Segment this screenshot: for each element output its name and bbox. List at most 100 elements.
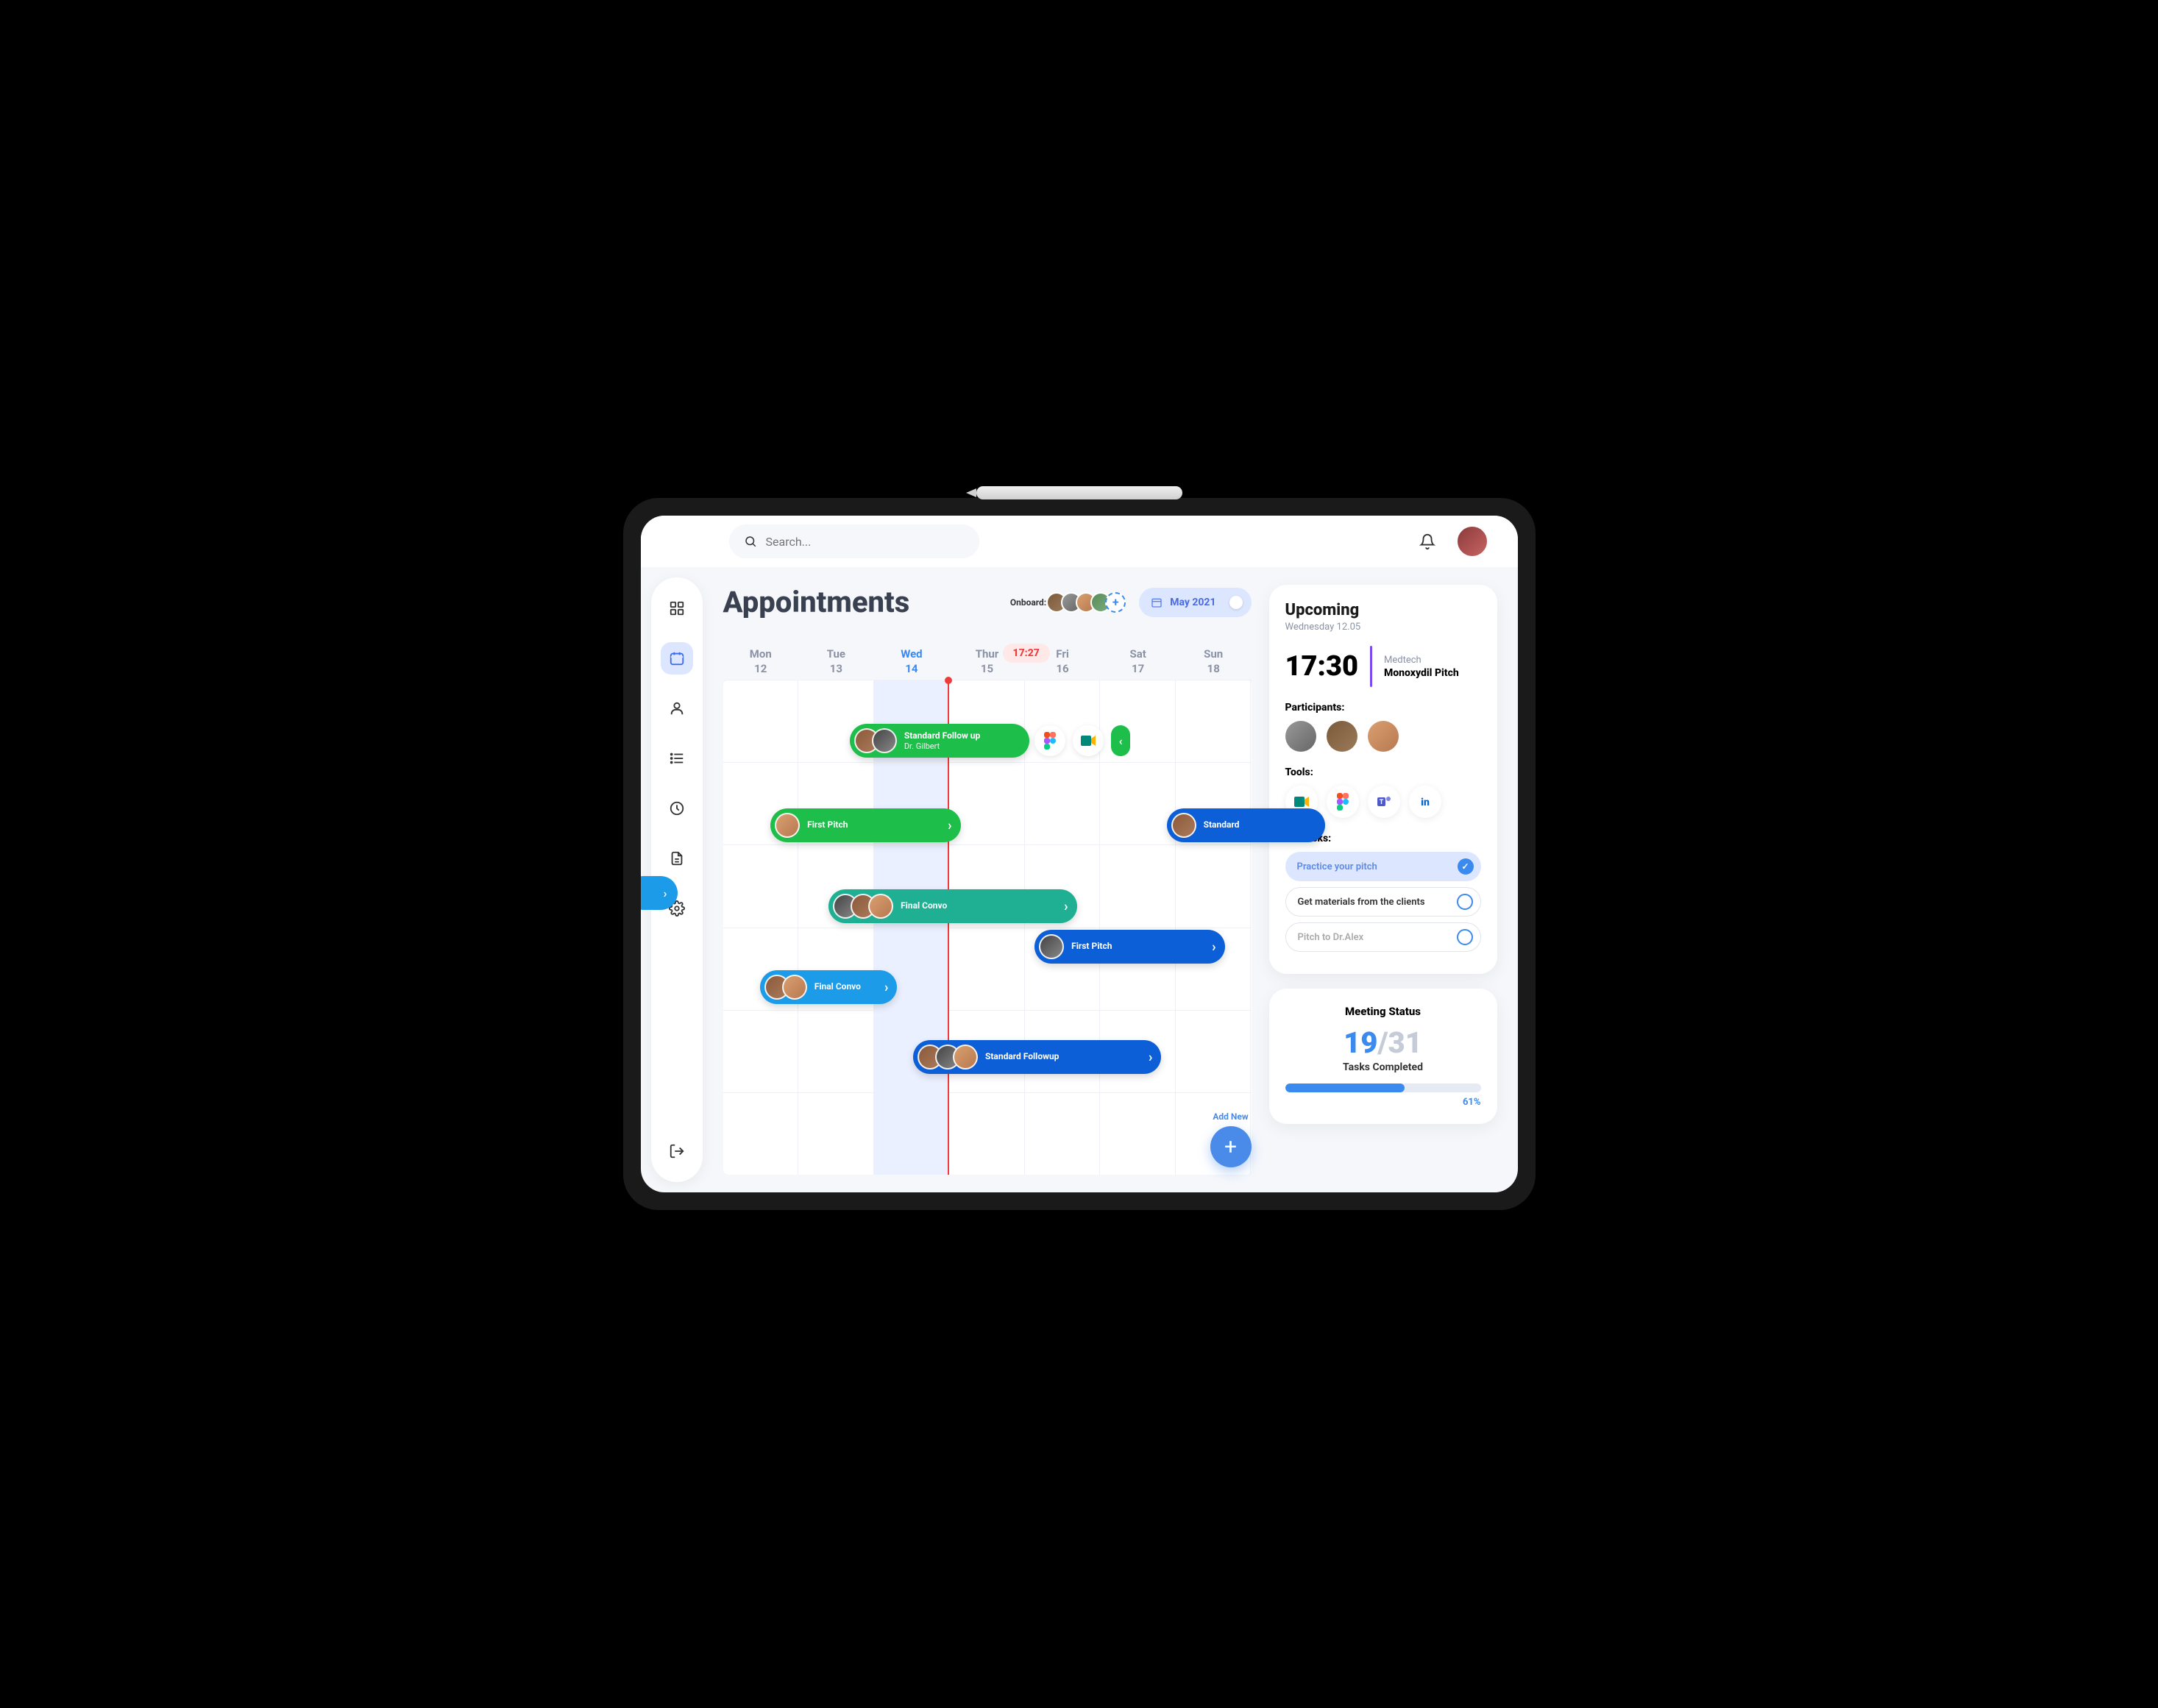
event-item[interactable]: Final Convo › xyxy=(760,970,898,1004)
tool-figma[interactable] xyxy=(1034,725,1065,756)
status-total: 31 xyxy=(1388,1025,1422,1060)
upcoming-name: Monoxydil Pitch xyxy=(1384,667,1459,679)
nav-profile[interactable] xyxy=(661,692,693,725)
event-item[interactable]: First Pitch › xyxy=(1034,930,1224,964)
search-box[interactable] xyxy=(729,524,979,558)
event-title: Standard xyxy=(1204,819,1240,831)
status-subtitle: Tasks Completed xyxy=(1285,1061,1481,1073)
progress-percent: 61% xyxy=(1285,1097,1481,1108)
event-item[interactable]: Standard Followup › xyxy=(913,1040,1161,1074)
add-onboard-button[interactable]: + xyxy=(1105,592,1126,613)
nav-history[interactable] xyxy=(661,792,693,825)
svg-text:T: T xyxy=(1379,799,1383,806)
circle-icon xyxy=(1457,929,1473,945)
chevron-right-icon: › xyxy=(1149,1050,1152,1065)
check-icon: ✓ xyxy=(1458,858,1474,875)
status-sep: / xyxy=(1377,1025,1388,1060)
onboard-group: Onboard: + xyxy=(1010,592,1126,613)
person-icon xyxy=(669,700,685,716)
onboard-label: Onboard: xyxy=(1010,597,1046,608)
grid-icon xyxy=(669,600,685,616)
tool-meet[interactable] xyxy=(1073,725,1104,756)
progress-bar xyxy=(1285,1083,1481,1092)
figma-icon xyxy=(1043,731,1057,750)
page-title: Appointments xyxy=(723,585,910,619)
participant-avatar[interactable] xyxy=(1368,721,1399,752)
stylus xyxy=(976,486,1182,499)
participant-avatar[interactable] xyxy=(1327,721,1357,752)
month-selector[interactable]: May 2021 xyxy=(1139,588,1251,617)
search-icon xyxy=(744,534,757,549)
divider xyxy=(1370,646,1372,687)
current-time-badge: 17:27 xyxy=(1003,644,1050,663)
nav-logout[interactable] xyxy=(661,1135,693,1167)
day-header[interactable]: Mon12 xyxy=(723,647,799,675)
chevron-right-icon: › xyxy=(1212,939,1215,955)
calendar-small-icon xyxy=(1151,597,1163,608)
event-title: Standard Follow up xyxy=(904,730,980,742)
event-title: Final Convo xyxy=(814,981,861,993)
teams-icon: T xyxy=(1376,794,1392,810)
day-header[interactable]: Wed14 xyxy=(874,647,950,675)
status-card: Meeting Status 19/31 Tasks Completed 61% xyxy=(1269,989,1497,1124)
event-item[interactable]: Final Convo › xyxy=(828,889,1076,923)
calendar-icon xyxy=(669,650,685,666)
status-done: 19 xyxy=(1344,1025,1377,1060)
event-title: Final Convo xyxy=(901,900,947,912)
meet-icon xyxy=(1293,794,1310,809)
chevron-right-icon: › xyxy=(1064,899,1068,914)
subtask-item[interactable]: Get materials from the clients xyxy=(1285,887,1481,917)
chevron-right-icon: › xyxy=(948,818,951,833)
figma-icon xyxy=(1336,792,1349,811)
status-title: Meeting Status xyxy=(1285,1005,1481,1018)
event-expand[interactable]: ‹ xyxy=(1111,725,1130,756)
tool-teams[interactable]: T xyxy=(1368,786,1400,818)
topbar xyxy=(641,516,1518,567)
participants-label: Participants: xyxy=(1285,702,1481,714)
tools-label: Tools: xyxy=(1285,766,1481,778)
upcoming-card: Upcoming Wednesday 12.05 17:30 Medtech M… xyxy=(1269,585,1497,974)
linkedin-icon: in xyxy=(1417,794,1433,810)
subtask-item[interactable]: Practice your pitch ✓ xyxy=(1285,852,1481,881)
month-label: May 2021 xyxy=(1170,597,1215,608)
nav-docs[interactable] xyxy=(661,842,693,875)
svg-text:in: in xyxy=(1421,797,1430,808)
list-icon xyxy=(669,750,685,766)
subtask-text: Pitch to Dr.Alex xyxy=(1298,932,1364,943)
logout-icon xyxy=(669,1143,685,1159)
tool-figma[interactable] xyxy=(1327,786,1359,818)
nav-list[interactable] xyxy=(661,742,693,775)
bell-icon xyxy=(1419,533,1435,549)
event-item[interactable]: Standard Follow upDr. Gilbert xyxy=(850,724,1029,758)
event-title: First Pitch xyxy=(1071,941,1112,953)
day-header[interactable]: Sat17 xyxy=(1100,647,1176,675)
user-avatar[interactable] xyxy=(1456,525,1488,558)
event-title: First Pitch xyxy=(807,819,848,831)
nav-calendar[interactable] xyxy=(661,642,693,675)
add-new-button[interactable]: + xyxy=(1210,1126,1252,1167)
upcoming-time: 17:30 xyxy=(1285,650,1359,683)
day-header[interactable]: Tue13 xyxy=(798,647,874,675)
calendar-panel: Appointments Onboard: + May 2021 1 xyxy=(723,585,1252,1175)
chevron-right-icon: › xyxy=(884,980,888,995)
event-item[interactable]: Standard xyxy=(1167,808,1325,842)
subtask-item[interactable]: Pitch to Dr.Alex xyxy=(1285,922,1481,952)
calendar-grid: Standard Follow upDr. Gilbert ‹ First Pi… xyxy=(723,680,1252,1175)
search-input[interactable] xyxy=(766,535,965,549)
notifications-button[interactable] xyxy=(1412,526,1443,557)
upcoming-title: Upcoming xyxy=(1285,601,1481,619)
circle-icon xyxy=(1457,894,1473,910)
subtask-text: Practice your pitch xyxy=(1297,861,1377,872)
day-header[interactable]: Sun18 xyxy=(1176,647,1252,675)
event-edge-prev[interactable]: › xyxy=(641,876,678,910)
event-subtitle: Dr. Gilbert xyxy=(904,741,980,751)
participant-avatar[interactable] xyxy=(1285,721,1316,752)
upcoming-date: Wednesday 12.05 xyxy=(1285,622,1481,633)
upcoming-category: Medtech xyxy=(1384,655,1459,666)
clock-icon xyxy=(669,800,685,816)
subtask-text: Get materials from the clients xyxy=(1298,897,1425,908)
event-item[interactable]: First Pitch › xyxy=(770,808,960,842)
meet-icon xyxy=(1079,733,1097,748)
nav-dashboard[interactable] xyxy=(661,592,693,625)
tool-linkedin[interactable]: in xyxy=(1409,786,1441,818)
